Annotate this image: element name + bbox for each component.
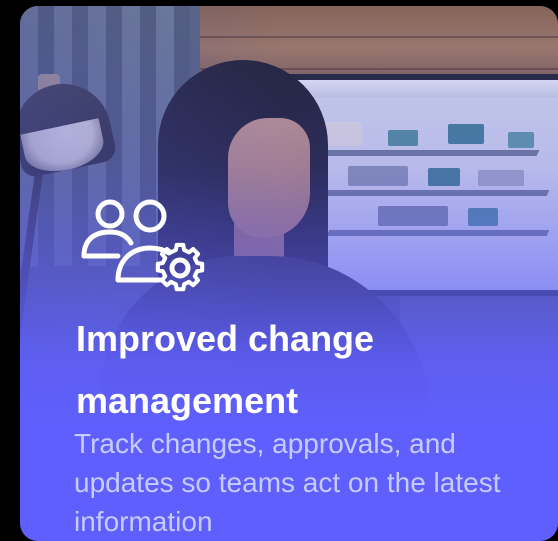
card-description: Track changes, approvals, and updates so… [74,428,501,537]
card-title: Improved change management [76,318,375,421]
users-gear-icon [78,196,210,296]
feature-card: Improved change management Track changes… [20,6,558,541]
